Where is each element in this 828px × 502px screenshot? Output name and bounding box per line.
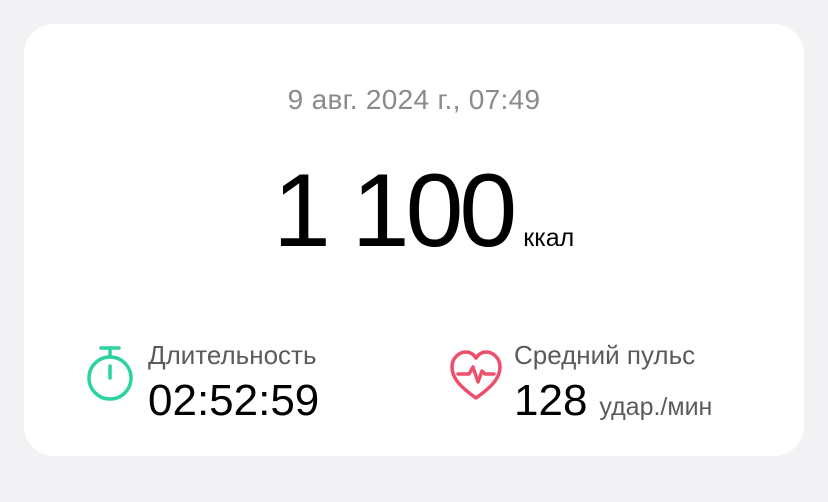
calories-display: 1 100 ккал (273, 145, 574, 265)
heart-rate-value: 128 (514, 376, 588, 425)
heart-rate-label: Средний пульс (514, 340, 696, 370)
workout-date: 9 авг. 2024 г., 07:49 (287, 84, 541, 115)
heart-rate-unit: удар./мин (599, 393, 713, 421)
calories-value: 1 100 (273, 153, 517, 269)
stopwatch-icon (84, 344, 136, 404)
heart-pulse-icon (450, 344, 502, 404)
duration-value: 02:52:59 (148, 376, 320, 425)
duration-label: Длительность (148, 340, 317, 370)
workout-summary-card: 9 авг. 2024 г., 07:49 1 100 ккал Длитель… (24, 24, 804, 456)
calories-unit: ккал (523, 224, 575, 252)
